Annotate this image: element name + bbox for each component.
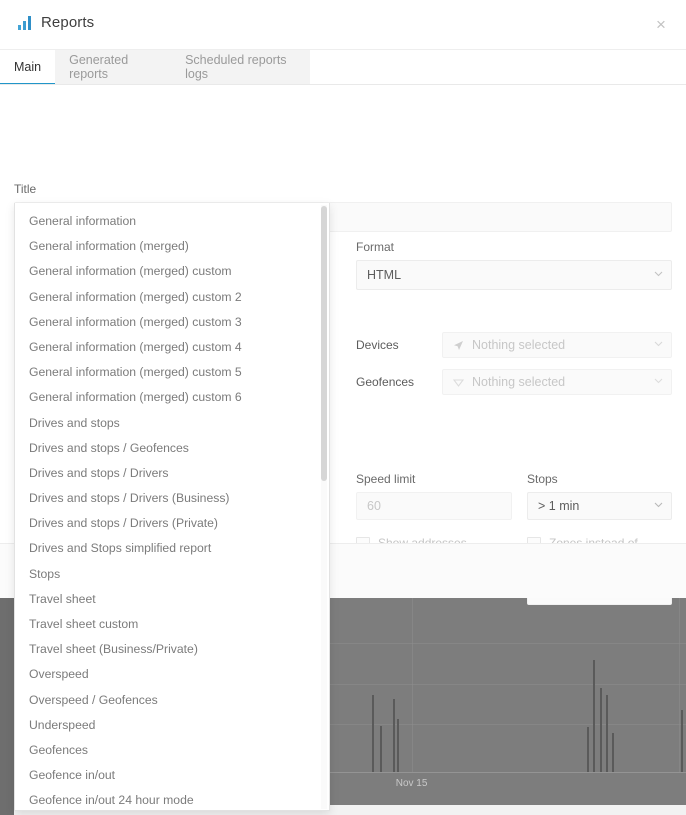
- bar-chart-icon: [18, 15, 33, 30]
- dropdown-option[interactable]: Geofences: [15, 738, 329, 763]
- devices-label: Devices: [356, 338, 399, 352]
- chart-gridline-v: [411, 588, 413, 772]
- chart-bar: [680, 710, 683, 772]
- chart-bar: [593, 660, 596, 772]
- chevron-down-icon: [654, 271, 663, 279]
- dropdown-option[interactable]: Drives and stops: [15, 411, 329, 436]
- format-select[interactable]: HTML: [356, 260, 672, 290]
- type-dropdown-options: General information General information (…: [15, 203, 329, 810]
- tab-scheduled-reports-logs[interactable]: Scheduled reports logs: [171, 50, 310, 84]
- chart-bar: [371, 695, 374, 772]
- dropdown-option[interactable]: Drives and stops / Drivers (Business): [15, 486, 329, 511]
- chart-bar: [599, 688, 602, 772]
- devices-select-value: Nothing selected: [472, 338, 566, 352]
- dropdown-option[interactable]: Geofence in/out: [15, 763, 329, 788]
- chart-bar: [380, 725, 383, 772]
- chart-x-tick-label: Nov 15: [395, 778, 428, 789]
- dropdown-option[interactable]: Travel sheet: [15, 587, 329, 612]
- speed-limit-label: Speed limit: [356, 472, 416, 486]
- chart-bar: [605, 695, 608, 772]
- devices-field-group: Devices Nothing selected: [356, 332, 672, 358]
- chart-bar: [611, 732, 614, 772]
- format-label: Format: [356, 240, 395, 254]
- dropdown-option[interactable]: General information (merged) custom 6: [15, 385, 329, 410]
- close-icon[interactable]: ×: [650, 14, 672, 36]
- geofences-label: Geofences: [356, 375, 415, 389]
- chart-bar: [397, 718, 400, 772]
- dropdown-option[interactable]: Drives and stops / Geofences: [15, 436, 329, 461]
- stops-label: Stops: [527, 472, 558, 486]
- chart-bar: [393, 699, 396, 772]
- dropdown-option[interactable]: General information (merged): [15, 234, 329, 259]
- dropdown-option[interactable]: Travel sheet custom: [15, 612, 329, 637]
- triangle-outline-icon: [453, 377, 464, 388]
- type-dropdown-menu[interactable]: General information General information (…: [14, 203, 330, 811]
- speed-limit-input[interactable]: 60: [356, 492, 512, 520]
- dropdown-option[interactable]: General information: [15, 209, 329, 234]
- chevron-down-icon: [654, 341, 663, 349]
- dropdown-option[interactable]: General information (merged) custom 5: [15, 360, 329, 385]
- chart-bar: [586, 727, 589, 772]
- geofences-select[interactable]: Nothing selected: [442, 369, 672, 395]
- dropdown-option[interactable]: Stops: [15, 562, 329, 587]
- geofences-select-value: Nothing selected: [472, 375, 566, 389]
- format-field-group: Format HTML: [356, 240, 672, 290]
- page-title: Reports: [41, 14, 95, 31]
- speed-limit-value: 60: [367, 499, 381, 513]
- title-label: Title: [14, 182, 37, 196]
- dropdown-option[interactable]: General information (merged) custom 3: [15, 310, 329, 335]
- dropdown-option[interactable]: General information (merged) custom: [15, 259, 329, 284]
- tab-bar: Main Generated reports Scheduled reports…: [0, 50, 310, 85]
- chevron-down-icon: [654, 502, 663, 510]
- dropdown-option[interactable]: Overspeed: [15, 662, 329, 687]
- chevron-down-icon: [654, 378, 663, 386]
- dropdown-option[interactable]: Drives and stops / Drivers: [15, 461, 329, 486]
- geofences-field-group: Geofences Nothing selected: [356, 369, 672, 395]
- dropdown-option[interactable]: General information (merged) custom 4: [15, 335, 329, 360]
- dropdown-scrollbar-thumb[interactable]: [321, 206, 327, 481]
- dialog-title-group: Reports: [18, 14, 94, 31]
- dropdown-option[interactable]: Overspeed / Geofences: [15, 688, 329, 713]
- tab-bar-underline: [0, 84, 686, 85]
- devices-select[interactable]: Nothing selected: [442, 332, 672, 358]
- stops-field-group: Stops > 1 min: [527, 472, 672, 520]
- dropdown-option[interactable]: Drives and Stops simplified report: [15, 536, 329, 561]
- dialog-header: Reports ×: [0, 0, 686, 50]
- dropdown-option[interactable]: Underspeed: [15, 713, 329, 738]
- dropdown-option[interactable]: Drives and stops / Drivers (Private): [15, 511, 329, 536]
- dropdown-option[interactable]: Geofence in/out 24 hour mode: [15, 788, 329, 810]
- format-select-value: HTML: [367, 268, 402, 282]
- stops-select[interactable]: > 1 min: [527, 492, 672, 520]
- background-left-rail: [0, 566, 14, 815]
- speed-limit-field-group: Speed limit 60: [356, 472, 512, 520]
- cursor-arrow-icon: [453, 340, 464, 351]
- tab-generated-reports[interactable]: Generated reports: [55, 50, 171, 84]
- dropdown-option[interactable]: General information (merged) custom 2: [15, 285, 329, 310]
- stops-select-value: > 1 min: [538, 499, 580, 513]
- dropdown-option[interactable]: Travel sheet (Business/Private): [15, 637, 329, 662]
- tab-main[interactable]: Main: [0, 50, 56, 85]
